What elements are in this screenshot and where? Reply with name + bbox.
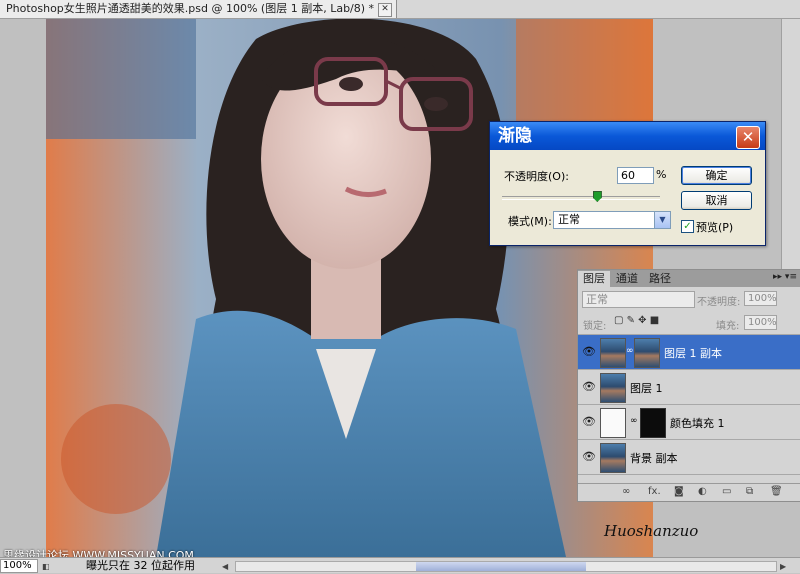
status-text: 曝光只在 32 位起作用 [86, 559, 195, 572]
photo-canvas[interactable] [46, 19, 653, 557]
tab-channels[interactable]: 通道 [611, 271, 643, 287]
layer-name: 图层 1 副本 [664, 347, 722, 360]
layer-row[interactable]: 👁 图层 1 [578, 369, 800, 404]
lock-icons[interactable]: ▢ ✎ ✥ ■ [614, 315, 659, 326]
tab-layers[interactable]: 图层 [578, 271, 610, 287]
opacity-input[interactable]: 60 [617, 167, 654, 184]
layer-thumbnail [600, 373, 626, 403]
close-icon[interactable]: ✕ [736, 126, 760, 149]
chevron-down-icon: ▼ [654, 212, 670, 228]
close-icon[interactable]: ✕ [378, 3, 393, 17]
eye-icon[interactable]: 👁 [582, 380, 596, 393]
blend-mode-value: 正常 [586, 293, 608, 306]
layer-thumbnail [600, 338, 626, 368]
new-layer-icon[interactable]: ⧉ [746, 486, 753, 497]
dialog-title: 渐隐 [490, 122, 765, 150]
document-tab-title: Photoshop女生照片通透甜美的效果.psd @ 100% (图层 1 副本… [6, 2, 375, 15]
blend-mode-select[interactable]: 正常 [582, 291, 695, 308]
layer-name: 颜色填充 1 [670, 417, 725, 430]
panel-dock-strip [781, 19, 800, 269]
fill-input[interactable]: 100% [744, 315, 777, 330]
group-icon[interactable]: ▭ [722, 486, 731, 497]
adjustment-icon[interactable]: ◐ [698, 486, 707, 497]
eye-icon[interactable]: 👁 [582, 450, 596, 463]
opacity-slider-thumb[interactable] [592, 191, 602, 202]
panel-menu-icon[interactable]: ▸▸ ▾≡ [773, 272, 797, 282]
opacity-unit: % [656, 168, 667, 181]
opacity-label: 不透明度(O): [504, 170, 569, 183]
layer-name: 图层 1 [630, 382, 663, 395]
trash-icon[interactable]: 🗑 [770, 486, 783, 497]
fill-layer-thumbnail [600, 408, 626, 438]
layers-panel: 图层 通道 路径 ▸▸ ▾≡ 正常 不透明度: 100% 锁定: ▢ ✎ ✥ ■… [577, 269, 800, 502]
fx-icon[interactable]: fx. [648, 486, 661, 497]
ok-button[interactable]: 确定 [681, 166, 752, 185]
mode-select-value: 正常 [558, 213, 580, 226]
fade-dialog: 渐隐 ✕ 不透明度(O): 60 % 模式(M): 正常 ▼ 确定 取消 ✓ 预… [489, 121, 766, 246]
cancel-button[interactable]: 取消 [681, 191, 752, 210]
link-icon[interactable]: ∞ [622, 486, 630, 497]
panel-tabs: 图层 通道 路径 ▸▸ ▾≡ [578, 270, 800, 287]
link-icon: ∞ [626, 346, 634, 356]
opacity-slider-track[interactable] [502, 196, 660, 200]
layer-name: 背景 副本 [630, 452, 678, 465]
scrollbar-thumb[interactable] [416, 562, 586, 571]
tab-paths[interactable]: 路径 [644, 271, 676, 287]
layer-row[interactable]: 👁 ∞ 颜色填充 1 [578, 404, 800, 439]
portrait-photo [46, 19, 653, 557]
mode-select[interactable]: 正常 ▼ [553, 211, 671, 229]
mask-icon[interactable]: ◙ [674, 486, 684, 497]
layer-row[interactable]: 👁 ∞ 图层 1 副本 [578, 334, 800, 369]
eye-icon[interactable]: 👁 [582, 415, 596, 428]
layer-mask-thumbnail[interactable] [634, 338, 660, 368]
mode-label: 模式(M): [508, 215, 552, 228]
layer-mask-thumbnail[interactable] [640, 408, 666, 438]
fill-label: 填充: [716, 321, 740, 332]
zoom-input[interactable]: 100% [0, 559, 38, 573]
preview-checkbox[interactable]: ✓ [681, 220, 694, 233]
eye-icon[interactable]: 👁 [582, 345, 596, 358]
panel-footer: ∞ fx. ◙ ◐ ▭ ⧉ 🗑 [578, 483, 800, 501]
preview-label: 预览(P) [696, 221, 734, 234]
signature: Huoshanzuo [604, 522, 699, 540]
layer-thumbnail [600, 443, 626, 473]
opacity-label: 不透明度: [697, 297, 741, 308]
layer-row[interactable]: 👁 背景 副本 [578, 439, 800, 474]
document-tab[interactable]: Photoshop女生照片通透甜美的效果.psd @ 100% (图层 1 副本… [0, 0, 398, 18]
horizontal-scrollbar[interactable] [235, 561, 777, 572]
lock-label: 锁定: [583, 321, 607, 332]
status-bar: 100% ◧ 曝光只在 32 位起作用 ◀ ▶ [0, 557, 800, 573]
link-icon: ∞ [630, 416, 638, 426]
layer-opacity-input[interactable]: 100% [744, 291, 777, 306]
document-title-bar: Photoshop女生照片通透甜美的效果.psd @ 100% (图层 1 副本… [0, 0, 800, 19]
